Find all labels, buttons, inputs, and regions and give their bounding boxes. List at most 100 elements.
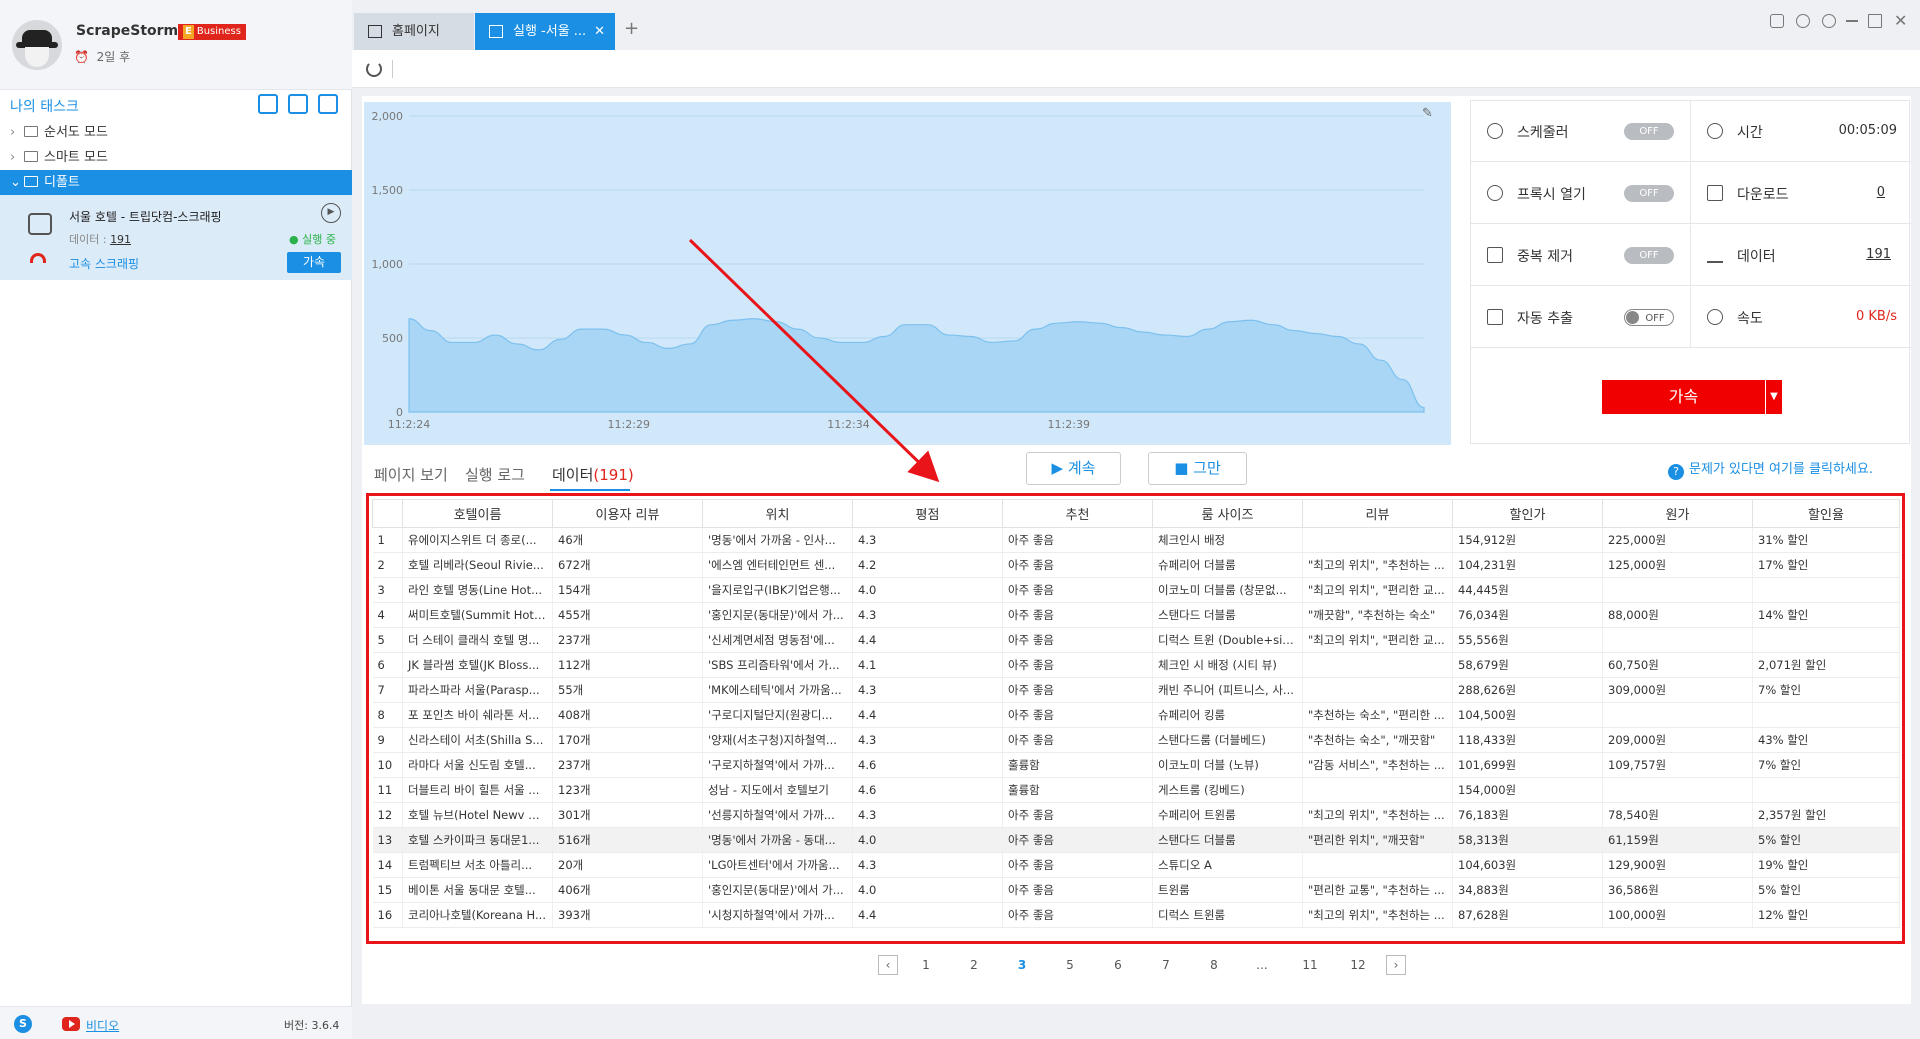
tab-page-view[interactable]: 페이지 보기 [374,464,448,485]
tab-home[interactable]: 홈페이지 [354,13,474,50]
edit-pencil-icon[interactable]: ✎ [1422,106,1433,121]
video-link[interactable]: 비디오 [86,1017,119,1034]
table-cell: 4.4 [852,627,1003,653]
page-number[interactable]: ... [1238,958,1286,972]
help-link[interactable]: ? 문제가 있다면 여기를 클릭하세요. [1668,458,1873,480]
table-cell: 58,313원 [1452,827,1603,853]
table-row[interactable]: 3 라인 호텔 명동(Line Hot... 154개 '을지로입구(IBK기업은행.… [372,577,1900,603]
column-header[interactable]: 할인율 [1752,499,1900,528]
folder-smart[interactable]: › 스마트 모드 [0,145,352,170]
close-icon[interactable]: ✕ [594,13,605,50]
window-close-icon[interactable]: ✕ [1894,11,1907,30]
page-number[interactable]: 7 [1142,958,1190,972]
stat-speed: 속도 0 KB/s [1691,287,1911,348]
table-row[interactable]: 15 베이톤 서울 동대문 호텔... 406개 '홍인지문(동대문)'에서 가...… [372,877,1900,903]
avatar[interactable] [12,20,62,70]
gear-icon[interactable] [1822,14,1836,28]
table-row[interactable]: 16 코리아나호텔(Koreana H... 393개 '시청지하철역'에서 가까..… [372,902,1900,928]
page-number[interactable]: 8 [1190,958,1238,972]
search-task-icon[interactable] [318,94,338,114]
column-header[interactable] [372,499,403,528]
y-tick-label: 1,500 [372,184,404,197]
column-header[interactable]: 이용자 리뷰 [552,499,703,528]
minimize-icon[interactable] [1846,20,1858,22]
table-row[interactable]: 4 써미트호텔(Summit Hote... 455개 '홍인지문(동대문)'에서 가… [372,602,1900,628]
skype-icon[interactable]: S [14,1015,32,1033]
table-cell [1602,577,1753,603]
new-task-icon[interactable] [288,94,308,114]
column-header[interactable]: 리뷰 [1302,499,1453,528]
table-row[interactable]: 7 파라스파라 서울(Parasp... 55개 'MK에스테틱'에서 가까움... 4… [372,677,1900,703]
next-page-icon[interactable]: › [1386,955,1406,975]
table-cell: 237개 [552,627,703,653]
folder-default[interactable]: ⌄ 디폴트 [0,170,352,195]
data-count[interactable]: 191 [1866,247,1891,262]
table-row[interactable]: 5더 스테이 클래식 호텔 명... 237개 '신세계면세점 명동점'에... 4.… [372,627,1900,653]
column-header[interactable]: 할인가 [1452,499,1603,528]
table-row[interactable]: 14 트럼펙티브 서초 아틀리... 20개 'LG아트센터'에서 가까움... 4.3… [372,852,1900,878]
youtube-icon[interactable] [62,1017,80,1031]
column-header[interactable]: 추천 [1002,499,1153,528]
table-cell: 수페리어 트윈룸 [1152,802,1303,828]
table-row[interactable]: 9 신라스테이 서초(Shilla S... 170개 '양재(서초구청)지하철역..… [372,727,1900,753]
table-row[interactable]: 13 호텔 스카이파크 동대문1... 516개 '명동'에서 가까움 - 동대...… [372,827,1900,853]
column-header[interactable]: 룸 사이즈 [1152,499,1303,528]
table-cell: 게스트룸 (킹베드) [1152,777,1303,803]
folder-flowchart[interactable]: › 순서도 모드 [0,120,352,145]
table-row[interactable]: 8포 포인츠 바이 쉐라톤 서... 408개 '구로디지털단지(원광디... 4.4… [372,702,1900,728]
task-item[interactable]: 서울 호텔 - 트립닷컴-스크래핑 데이터 : 191 ▶ ● 실행 중 고속 … [0,195,352,280]
gift-icon[interactable] [1770,14,1784,28]
page-number[interactable]: 6 [1094,958,1142,972]
refresh-icon[interactable] [366,61,382,77]
stop-button[interactable]: ■ 그만 [1148,452,1247,485]
table-row[interactable]: 10 라마다 서울 신도림 호텔... 237개 '구로지하철역'에서 가까... 4.… [372,752,1900,778]
import-task-icon[interactable] [258,94,278,114]
tab-run-log[interactable]: 실행 로그 [465,464,525,485]
continue-button[interactable]: ▶ 계속 [1026,452,1121,485]
table-cell: 104,500원 [1452,702,1603,728]
page-number[interactable]: 5 [1046,958,1094,972]
page-number[interactable]: 3 [998,958,1046,972]
app-name: ScrapeStorm [76,23,179,39]
table-cell: 포 포인츠 바이 쉐라톤 서... [402,702,553,728]
accelerate-button-small[interactable]: 가속 [287,252,341,273]
table-cell: 43% 할인 [1752,727,1900,753]
proxy-toggle[interactable]: OFF [1624,185,1674,202]
maximize-icon[interactable] [1868,14,1882,28]
table-row[interactable]: 12 호텔 뉴브(Hotel Newv G... 301개 '선릉지하철역'에서 가까… [372,802,1900,828]
table-row[interactable]: 2 호텔 리베라(Seoul Rivie... 672개 '에스엠 엔터테인먼트 센.… [372,552,1900,578]
accelerate-button[interactable]: 가속 [1602,380,1765,414]
column-header[interactable]: 호텔이름 [402,499,553,528]
table-cell: "최고의 위치", "편리한 교... [1302,627,1453,653]
table-cell: 408개 [552,702,703,728]
chevron-down-icon[interactable]: ▼ [1766,380,1782,414]
help-icon[interactable] [1796,14,1810,28]
page-number[interactable]: 12 [1334,958,1382,972]
task-title: 서울 호텔 - 트립닷컴-스크래핑 [69,210,222,224]
auto-export-toggle[interactable]: OFF [1624,309,1674,326]
stat-data: 데이터 191 [1691,225,1911,286]
table-cell: 1 [372,527,403,553]
table-cell: 16 [372,902,403,928]
table-row[interactable]: 11 더블트리 바이 힐튼 서울 ... 123개 성남 - 지도에서 호텔보기 4.6… [372,777,1900,803]
table-cell: 이코노미 더블룸 (창문없... [1152,577,1303,603]
table-row[interactable]: 6 JK 블라썸 호텔(JK Bloss... 112개 'SBS 프리즘타워'에서 … [372,652,1900,678]
tab-data[interactable]: 데이터(191) [552,464,634,485]
download-count[interactable]: 0 [1877,185,1885,200]
tab-run[interactable]: 실행 -서울 ... ✕ [475,13,615,50]
page-number[interactable]: 1 [902,958,950,972]
add-tab-icon[interactable]: + [624,18,639,39]
prev-page-icon[interactable]: ‹ [878,955,898,975]
page-number[interactable]: 2 [950,958,998,972]
table-row[interactable]: 1 유에이지스위트 더 종로(... 46개 '명동'에서 가까움 - 인사... 4.… [372,527,1900,553]
scheduler-toggle[interactable]: OFF [1624,123,1674,140]
column-header[interactable]: 평점 [852,499,1003,528]
column-header[interactable]: 원가 [1602,499,1753,528]
table-cell: 11 [372,777,403,803]
table-cell: 4.3 [852,677,1003,703]
play-icon[interactable]: ▶ [321,203,341,223]
page-number[interactable]: 11 [1286,958,1334,972]
column-header[interactable]: 위치 [702,499,853,528]
dedupe-toggle[interactable]: OFF [1624,247,1674,264]
table-cell: 225,000원 [1602,527,1753,553]
